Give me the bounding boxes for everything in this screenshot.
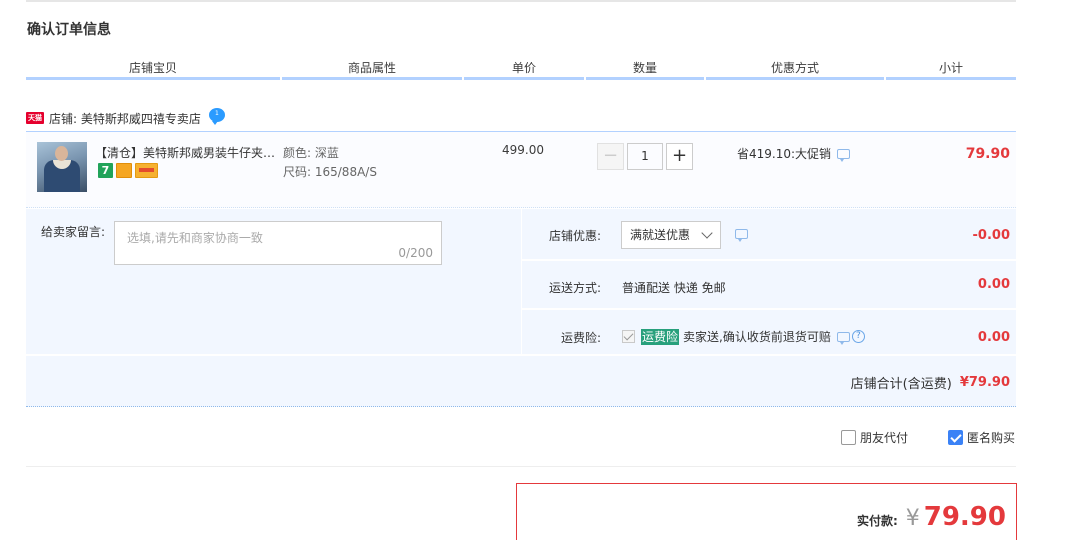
seller-note-placeholder: 选填,请先和商家协商一致 [127,231,263,245]
product-title-link[interactable]: 【清仓】美特斯邦威男装牛仔夹… [95,144,280,161]
unit-price: 499.00 [502,143,544,157]
shipping-amount: 0.00 [977,277,1010,292]
header-shop-items: 店铺宝贝 [26,58,280,80]
shop-discount-amount: -0.00 [972,228,1010,243]
insurance-checkbox[interactable] [622,330,635,343]
shop-total-label: 店铺合计(含运费) [850,377,952,392]
product-color: 颜色: 深蓝 [283,146,339,160]
row-divider [522,259,1016,261]
row-divider [522,308,1016,310]
friend-pay-option[interactable]: 朋友代付 [841,429,908,446]
header-unit-price: 单价 [464,58,584,80]
section-divider [26,466,1016,467]
chat-badge-count: 1 [214,110,219,117]
service-icons: 7 [98,163,158,178]
seller-note-input[interactable]: 选填,请先和商家协商一致 0/200 [114,221,442,265]
extra-options-row: 朋友代付 匿名购买 [26,427,1016,451]
row-divider [26,354,1016,356]
shop-total: 店铺合计(含运费) ¥79.90 [851,373,1010,392]
chat-icon[interactable]: 1 [208,108,225,125]
product-thumbnail[interactable] [37,142,87,192]
insurance-amount: 0.00 [977,330,1010,345]
table-header: 店铺宝贝 商品属性 单价 数量 优惠方式 小计 [26,58,1016,80]
insurance-tag: 运费险 [641,328,680,345]
seller-note-label: 给卖家留言: [41,225,106,239]
anonymous-purchase-checkbox[interactable] [948,430,963,445]
friend-pay-checkbox[interactable] [841,430,856,445]
anonymous-purchase-label: 匿名购买 [967,431,1016,445]
shipping-insurance-label: 运费险: [560,331,601,345]
quantity-input[interactable]: 1 [627,143,663,170]
shipping-insurance-row: 运费险 卖家送,确认收货前退货可赔 ? [622,328,865,345]
shop-discount-selected: 满就送优惠 [630,228,691,242]
shop-line: 天猫 店铺: 美特斯邦威四禧专卖店 1 [26,108,225,128]
promotion-text: 省419.10:大促销 [737,147,832,161]
guarantee-shield-icon[interactable] [116,163,132,178]
promotion-info: 省419.10:大促销 [737,145,851,162]
product-size: 尺码: 165/88A/S [283,165,377,179]
credit-card-icon[interactable] [135,163,158,178]
quantity-decrease-button[interactable]: − [597,143,624,170]
header-attributes: 商品属性 [282,58,462,80]
shipping-method-label: 运送方式: [548,281,601,295]
item-subtotal: 79.90 [965,146,1010,162]
shipping-method-value: 普通配送 快递 免邮 [622,281,726,295]
payment-summary-box: 实付款: ¥ 79.90 [516,483,1017,540]
shop-discount-label: 店铺优惠: [548,229,601,243]
page-title: 确认订单信息 [27,22,111,38]
header-subtotal: 小计 [886,58,1016,80]
anonymous-purchase-option[interactable]: 匿名购买 [948,429,1015,446]
shop-discount-select[interactable]: 满就送优惠 [621,221,721,249]
shop-name-link[interactable]: 店铺: 美特斯邦威四禧专卖店 [49,110,201,127]
insurance-message-icon[interactable] [836,331,850,345]
seven-day-return-icon[interactable]: 7 [98,163,113,178]
friend-pay-label: 朋友代付 [860,431,909,445]
promotion-message-icon[interactable] [837,148,851,162]
chevron-down-icon [701,227,713,239]
top-divider [26,0,1016,2]
order-options-panel: 给卖家留言: 选填,请先和商家协商一致 0/200 店铺优惠: 满就送优惠 -0… [26,209,1016,407]
insurance-description: 卖家送,确认收货前退货可赔 [683,330,831,344]
column-divider [521,209,522,355]
quantity-stepper: − 1 + [597,143,693,170]
header-promotion: 优惠方式 [706,58,884,80]
help-icon[interactable]: ? [851,330,865,343]
item-row: 【清仓】美特斯邦威男装牛仔夹… 7 颜色: 深蓝 尺码: 165/88A/S 4… [26,131,1016,208]
currency-symbol: ¥ [905,506,920,531]
seller-note-char-count: 0/200 [398,246,433,260]
discount-message-icon[interactable] [735,229,748,242]
shop-total-value: ¥79.90 [959,375,1010,390]
quantity-increase-button[interactable]: + [666,143,693,170]
payment-amount: 79.90 [923,502,1006,532]
payment-total: 实付款: ¥ 79.90 [857,502,1006,532]
header-quantity: 数量 [586,58,704,80]
payment-label: 实付款: [856,514,898,528]
tmall-icon: 天猫 [26,112,44,124]
